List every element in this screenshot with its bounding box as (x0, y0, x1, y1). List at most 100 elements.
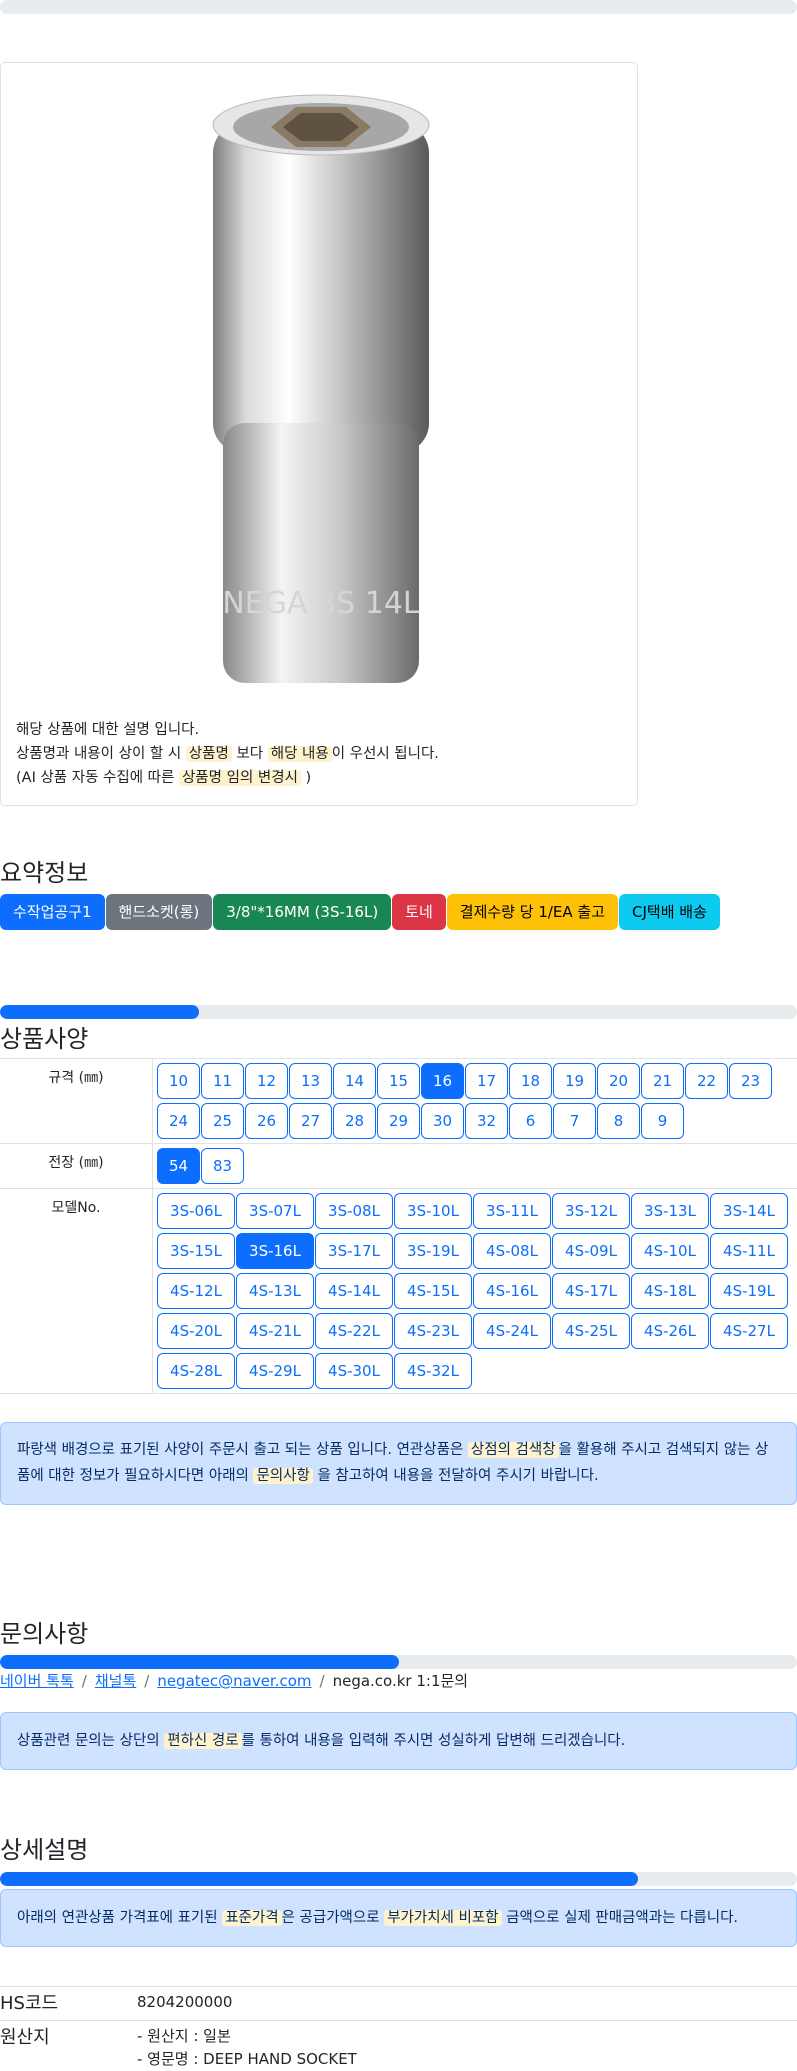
spec-option-button[interactable]: 54 (157, 1148, 200, 1184)
spec-option-button[interactable]: 19 (553, 1063, 596, 1099)
spec-row-length: 전장 (㎜) 54 83 (0, 1143, 797, 1189)
spec-option-button[interactable]: 14 (333, 1063, 376, 1099)
highlight-vat-excluded: 부가가치세 비포함 (384, 1910, 502, 1926)
spec-option-button[interactable]: 4S-11L (710, 1233, 788, 1269)
spec-option-button[interactable]: 18 (509, 1063, 552, 1099)
spec-option-button[interactable]: 4S-23L (394, 1313, 472, 1349)
spec-option-button[interactable]: 11 (201, 1063, 244, 1099)
spec-row-label: 모델No. (0, 1188, 153, 1394)
spec-option-button[interactable]: 8 (597, 1103, 640, 1139)
highlight-search: 상점의 검색창 (467, 1442, 559, 1458)
product-notice: 해당 상품에 대한 설명 입니다. 상품명과 내용이 상이 할 시 상품명 보다… (16, 718, 439, 790)
email-link[interactable]: negatec@naver.com (157, 1672, 311, 1690)
detail-progress-fill (0, 1872, 638, 1886)
spec-option-button[interactable]: 3S-19L (394, 1233, 472, 1269)
spec-option-button[interactable]: 4S-30L (315, 1353, 393, 1389)
spec-option-button[interactable]: 29 (377, 1103, 420, 1139)
inquiry-progress-bar (0, 1655, 797, 1669)
hs-code-value: 8204200000 (137, 1993, 233, 2011)
spec-option-button[interactable]: 3S-16L (236, 1233, 314, 1269)
spec-title: 상품사양 (0, 1025, 89, 1053)
naver-talk-link[interactable]: 네이버 톡톡 (0, 1672, 74, 1690)
spec-option-button[interactable]: 4S-19L (710, 1273, 788, 1309)
highlight-standard-price: 표준가격 (222, 1910, 282, 1926)
inquiry-links: 네이버 톡톡 / 채널톡 / negatec@naver.com / nega.co.kr … (0, 1672, 469, 1690)
spec-option-button[interactable]: 4S-13L (236, 1273, 314, 1309)
spec-option-button[interactable]: 28 (333, 1103, 376, 1139)
spec-option-button[interactable]: 4S-27L (710, 1313, 788, 1349)
product-engraving: NEGA 3S 14L (222, 586, 420, 621)
spec-option-button[interactable]: 4S-08L (473, 1233, 551, 1269)
spec-option-button[interactable]: 4S-14L (315, 1273, 393, 1309)
spec-option-button[interactable]: 4S-26L (631, 1313, 709, 1349)
spec-option-button[interactable]: 3S-11L (473, 1193, 551, 1229)
spec-option-button[interactable]: 4S-12L (157, 1273, 235, 1309)
hs-code-label: HS코드 (0, 1993, 59, 2014)
spec-option-button[interactable]: 3S-17L (315, 1233, 393, 1269)
spec-option-button[interactable]: 21 (641, 1063, 684, 1099)
spec-option-button[interactable]: 22 (685, 1063, 728, 1099)
summary-title: 요약정보 (0, 859, 89, 887)
spec-option-button[interactable]: 3S-08L (315, 1193, 393, 1229)
spec-option-button[interactable]: 4S-32L (394, 1353, 472, 1389)
spec-option-button[interactable]: 20 (597, 1063, 640, 1099)
spec-option-button[interactable]: 3S-07L (236, 1193, 314, 1229)
spec-option-button[interactable]: 4S-22L (315, 1313, 393, 1349)
spec-option-button[interactable]: 25 (201, 1103, 244, 1139)
highlight-inquiry: 문의사항 (253, 1468, 313, 1484)
spec-option-button[interactable]: 4S-28L (157, 1353, 235, 1389)
spec-option-button[interactable]: 4S-15L (394, 1273, 472, 1309)
spec-option-button[interactable]: 3S-13L (631, 1193, 709, 1229)
hs-code-row: HS코드 8204200000 (0, 1986, 797, 2021)
spec-progress-bar (0, 1005, 797, 1019)
spec-option-button[interactable]: 12 (245, 1063, 288, 1099)
spec-option-button[interactable]: 6 (509, 1103, 552, 1139)
spec-option-button[interactable]: 17 (465, 1063, 508, 1099)
spec-option-button[interactable]: 32 (465, 1103, 508, 1139)
spec-option-button[interactable]: 4S-10L (631, 1233, 709, 1269)
spec-option-button[interactable]: 4S-20L (157, 1313, 235, 1349)
spec-option-button[interactable]: 3S-15L (157, 1233, 235, 1269)
highlight-product-name: 상품명 (185, 746, 232, 762)
spec-option-button[interactable]: 24 (157, 1103, 200, 1139)
inquiry-site-text: nega.co.kr 1:1문의 (332, 1672, 469, 1690)
spec-option-button[interactable]: 3S-10L (394, 1193, 472, 1229)
origin-values: - 원산지 : 일본 - 영문명 : DEEP HAND SOCKET (137, 2025, 357, 2071)
origin-label: 원산지 (0, 2027, 50, 2048)
spec-option-button[interactable]: 10 (157, 1063, 200, 1099)
spec-option-button[interactable]: 3S-14L (710, 1193, 788, 1229)
spec-option-button[interactable]: 4S-18L (631, 1273, 709, 1309)
spec-option-button[interactable]: 4S-16L (473, 1273, 551, 1309)
spec-option-button[interactable]: 30 (421, 1103, 464, 1139)
spec-option-button[interactable]: 9 (641, 1103, 684, 1139)
spec-option-button[interactable]: 7 (553, 1103, 596, 1139)
spec-option-button[interactable]: 4S-25L (552, 1313, 630, 1349)
spec-option-button[interactable]: 13 (289, 1063, 332, 1099)
spec-option-button[interactable]: 16 (421, 1063, 464, 1099)
summary-badges: 수작업공구1 핸드소켓(롱) 3/8"*16MM (3S-16L) 토네 결제수량 당 … (0, 894, 721, 930)
detail-title: 상세설명 (0, 1836, 89, 1864)
channel-talk-link[interactable]: 채널톡 (95, 1672, 136, 1690)
spec-option-button[interactable]: 83 (201, 1148, 244, 1184)
spec-option-button[interactable]: 15 (377, 1063, 420, 1099)
spec-option-button[interactable]: 4S-17L (552, 1273, 630, 1309)
spec-option-button[interactable]: 4S-21L (236, 1313, 314, 1349)
spec-option-button[interactable]: 23 (729, 1063, 772, 1099)
spec-alert: 파랑색 배경으로 표기된 사양이 주문시 출고 되는 상품 입니다. 연관상품은… (0, 1422, 797, 1505)
spec-table: 규격 (㎜) 10 11 12 13 14 15 16 17 18 19 20 21 22 23 24 25 26… (0, 1058, 797, 1394)
highlight-route: 편하신 경로 (164, 1733, 242, 1749)
summary-badge: 수작업공구1 (0, 894, 105, 930)
spec-option-button[interactable]: 26 (245, 1103, 288, 1139)
spec-option-button[interactable]: 4S-24L (473, 1313, 551, 1349)
spec-options: 10 11 12 13 14 15 16 17 18 19 20 21 22 23 24 25 26 27 28 29… (157, 1063, 793, 1139)
summary-badge: 3/8"*16MM (3S-16L) (213, 894, 392, 930)
inquiry-progress-fill (0, 1655, 399, 1669)
spec-option-button[interactable]: 4S-29L (236, 1353, 314, 1389)
spec-option-button[interactable]: 3S-12L (552, 1193, 630, 1229)
notice-line-3: (AI 상품 자동 수집에 따른 상품명 임의 변경시 ) (16, 770, 312, 786)
inquiry-alert: 상품관련 문의는 상단의 편하신 경로 를 통하여 내용을 입력해 주시면 성실하… (0, 1712, 797, 1770)
summary-badge: 토네 (392, 894, 446, 930)
spec-option-button[interactable]: 27 (289, 1103, 332, 1139)
spec-option-button[interactable]: 4S-09L (552, 1233, 630, 1269)
spec-option-button[interactable]: 3S-06L (157, 1193, 235, 1229)
